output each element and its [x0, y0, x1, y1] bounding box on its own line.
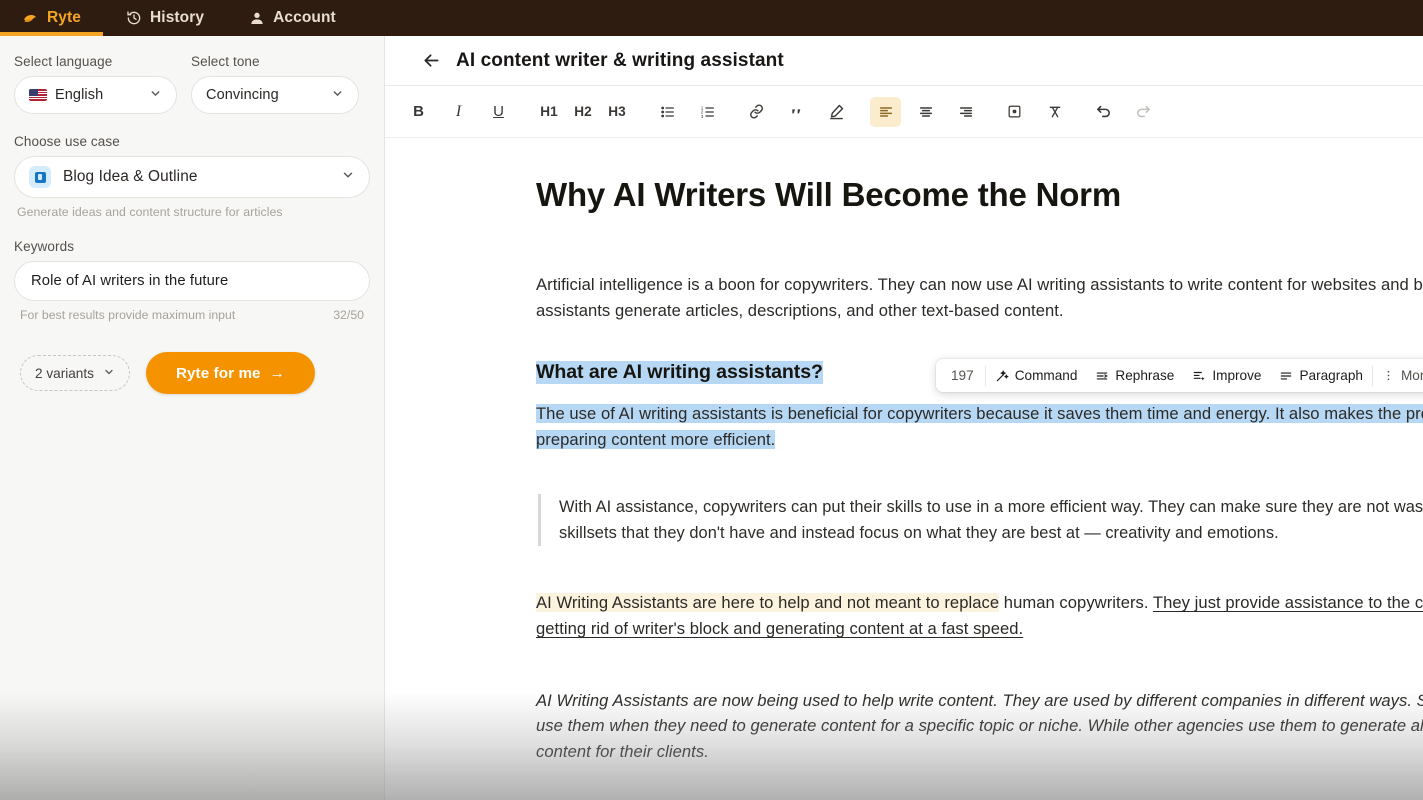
history-clock-icon — [125, 10, 142, 27]
arrow-right-icon: → — [269, 364, 285, 382]
use-case-field-group: Choose use case Blog Idea & Outline Gene… — [14, 134, 370, 219]
keywords-label: Keywords — [14, 239, 75, 254]
heading-3-button[interactable]: H3 — [600, 97, 634, 127]
bold-button[interactable]: B — [403, 97, 434, 127]
clear-formatting-icon[interactable] — [1039, 97, 1070, 127]
heading-2-button[interactable]: H2 — [566, 97, 600, 127]
paragraph-label: Paragraph — [1299, 368, 1363, 383]
command-button[interactable]: Command — [986, 359, 1087, 392]
tone-label: Select tone — [191, 54, 260, 69]
nav-tab-label: Ryte — [47, 9, 81, 26]
nav-tab-label: History — [150, 9, 205, 26]
variants-select[interactable]: 2 variants — [20, 355, 130, 391]
rephrase-label: Rephrase — [1115, 368, 1175, 383]
main-layout: Select language English Select tone Conv… — [0, 36, 1423, 800]
link-icon[interactable] — [741, 97, 772, 127]
language-value: English — [55, 87, 104, 103]
use-case-helper-text: Generate ideas and content structure for… — [17, 205, 283, 219]
highlighter-pen-icon[interactable] — [821, 97, 852, 127]
language-select[interactable]: English — [14, 76, 177, 114]
underline-button[interactable]: U — [483, 97, 514, 127]
tone-field-group: Select tone Convincing — [191, 54, 359, 114]
back-arrow-icon[interactable] — [421, 50, 442, 71]
selected-paragraph-wrap: The use of AI writing assistants is bene… — [536, 401, 1423, 452]
use-case-value: Blog Idea & Outline — [63, 168, 198, 185]
ryte-for-me-button[interactable]: Ryte for me → — [145, 352, 315, 394]
italic-paragraph: AI Writing Assistants are now being used… — [536, 690, 1423, 761]
keywords-field-group: Keywords For best results provide maximu… — [14, 239, 370, 322]
command-label: Command — [1014, 368, 1078, 383]
account-person-icon — [248, 10, 265, 27]
heading-1-button[interactable]: H1 — [532, 97, 566, 127]
more-button[interactable]: More — [1373, 359, 1423, 392]
document-title: Why AI Writers Will Become the Norm — [536, 176, 1121, 213]
us-flag-icon — [29, 89, 47, 101]
language-label: Select language — [14, 54, 113, 69]
align-right-icon[interactable] — [950, 97, 981, 127]
svg-text:3: 3 — [700, 114, 703, 119]
use-case-select[interactable]: Blog Idea & Outline — [14, 156, 370, 198]
plain-text-segment: human copywriters. — [999, 593, 1153, 613]
settings-sidebar: Select language English Select tone Conv… — [0, 36, 385, 800]
more-vertical-dots-icon — [1382, 369, 1395, 382]
nav-tab-history[interactable]: History — [103, 0, 226, 36]
sidebar-actions: 2 variants Ryte for me → — [14, 352, 370, 394]
selected-paragraph: The use of AI writing assistants is bene… — [536, 404, 1423, 449]
page-title: AI content writer & writing assistant — [456, 49, 784, 71]
editor-pane: AI content writer & writing assistant B … — [385, 36, 1423, 800]
keywords-helper-text: For best results provide maximum input — [20, 308, 236, 322]
highlighted-paragraph: AI Writing Assistants are here to help a… — [536, 590, 1423, 641]
nav-tab-label: Account — [273, 9, 336, 26]
document-body[interactable]: Why AI Writers Will Become the Norm Arti… — [385, 138, 1423, 800]
nav-tab-ryte[interactable]: Ryte — [0, 0, 103, 36]
numbered-list-icon[interactable]: 123 — [692, 97, 723, 127]
improve-sparkle-icon — [1192, 369, 1206, 383]
paragraph-lines-icon — [1279, 369, 1293, 383]
tone-select[interactable]: Convincing — [191, 76, 359, 114]
blockquote: With AI assistance, copywriters can put … — [538, 494, 1423, 547]
more-label: More — [1400, 368, 1423, 383]
keywords-meta-row: For best results provide maximum input 3… — [14, 308, 370, 322]
document-header: AI content writer & writing assistant — [385, 36, 1423, 86]
chevron-down-icon — [331, 87, 344, 104]
insert-image-icon[interactable] — [999, 97, 1030, 127]
top-navigation-bar: Ryte History Account — [0, 0, 1423, 36]
word-count-label: 197 — [951, 368, 974, 383]
rephrase-lines-icon — [1095, 369, 1109, 383]
highlighted-text-segment: AI Writing Assistants are here to help a… — [536, 593, 1000, 613]
app-root: Ryte History Account Select language Eng… — [0, 0, 1423, 800]
chevron-down-icon — [103, 366, 115, 381]
editor-toolbar: B I U H1 H2 H3 123 — [385, 86, 1423, 138]
chevron-down-icon — [341, 168, 355, 186]
align-center-icon[interactable] — [910, 97, 941, 127]
language-field-group: Select language English — [14, 54, 177, 114]
improve-button[interactable]: Improve — [1183, 359, 1270, 392]
blog-document-icon — [29, 166, 51, 188]
language-tone-row: Select language English Select tone Conv… — [14, 54, 370, 114]
use-case-label: Choose use case — [14, 134, 120, 149]
tone-value: Convincing — [206, 87, 279, 103]
ai-floating-toolbar: 197 Command Rephrase Improve Paragraph M… — [936, 359, 1423, 392]
keywords-input[interactable] — [14, 261, 370, 301]
improve-label: Improve — [1212, 368, 1262, 383]
ryte-logo-icon — [22, 10, 39, 27]
ryte-for-me-label: Ryte for me — [175, 364, 261, 382]
keywords-character-counter: 32/50 — [333, 308, 364, 322]
blockquote-text: With AI assistance, copywriters can put … — [559, 498, 1423, 543]
align-left-icon[interactable] — [870, 96, 901, 127]
nav-tab-account[interactable]: Account — [226, 0, 358, 36]
magic-wand-icon — [995, 369, 1009, 383]
blockquote-icon[interactable] — [781, 97, 812, 127]
rephrase-button[interactable]: Rephrase — [1086, 359, 1183, 392]
chevron-down-icon — [149, 87, 162, 104]
variants-label: 2 variants — [35, 365, 94, 381]
bullet-list-icon[interactable] — [652, 97, 683, 127]
paragraph-intro: Artificial intelligence is a boon for co… — [536, 275, 1423, 320]
italic-button[interactable]: I — [443, 97, 474, 127]
undo-icon[interactable] — [1088, 97, 1119, 127]
redo-icon[interactable] — [1128, 97, 1159, 127]
paragraph-button[interactable]: Paragraph — [1270, 359, 1371, 392]
selected-heading: What are AI writing assistants? — [536, 361, 823, 385]
